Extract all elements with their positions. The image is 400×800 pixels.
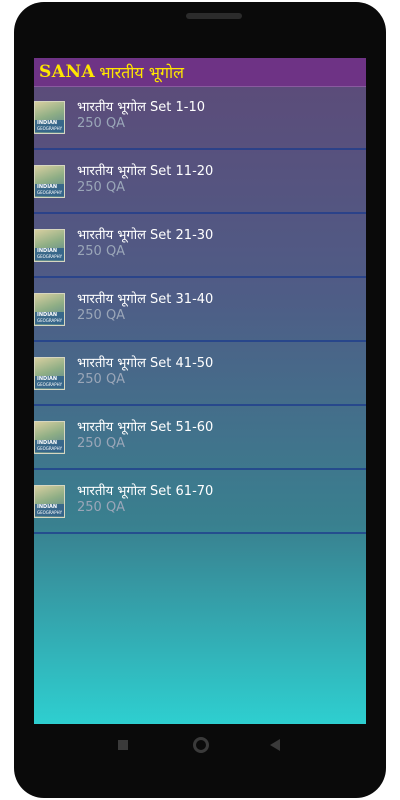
app-title: भारतीय भूगोल	[99, 63, 185, 82]
list-item-subtitle: 250 QA	[77, 435, 126, 451]
book-thumbnail: INDIAN GEOGRAPHY	[34, 292, 65, 326]
list-item[interactable]: INDIAN GEOGRAPHY भारतीय भूगोल Set 41-50 …	[34, 342, 366, 406]
list-item-subtitle: 250 QA	[77, 499, 126, 515]
thumbnail-text: GEOGRAPHY	[37, 189, 63, 195]
list-item-title: भारतीय भूगोल Set 41-50	[77, 355, 214, 371]
list-item-title: भारतीय भूगोल Set 51-60	[77, 419, 214, 435]
list-item[interactable]: INDIAN GEOGRAPHY भारतीय भूगोल Set 11-20 …	[34, 150, 366, 214]
speaker-grille	[186, 13, 242, 19]
list-item-subtitle: 250 QA	[77, 307, 126, 323]
book-thumbnail: INDIAN GEOGRAPHY	[34, 484, 65, 518]
thumbnail-text: GEOGRAPHY	[37, 445, 63, 451]
list-item-title: भारतीय भूगोल Set 21-30	[77, 227, 214, 243]
book-thumbnail: INDIAN GEOGRAPHY	[34, 228, 65, 262]
triangle-back-icon[interactable]	[270, 739, 280, 751]
book-thumbnail: INDIAN GEOGRAPHY	[34, 356, 65, 390]
list-item-subtitle: 250 QA	[77, 243, 126, 259]
list-item[interactable]: INDIAN GEOGRAPHY भारतीय भूगोल Set 21-30 …	[34, 214, 366, 278]
thumbnail-text: GEOGRAPHY	[37, 381, 63, 387]
book-thumbnail: INDIAN GEOGRAPHY	[34, 164, 65, 198]
list-item-title: भारतीय भूगोल Set 1-10	[77, 100, 206, 115]
list-item[interactable]: INDIAN GEOGRAPHY भारतीय भूगोल Set 61-70 …	[34, 470, 366, 534]
list-item-title: भारतीय भूगोल Set 11-20	[77, 163, 214, 179]
list-item[interactable]: INDIAN GEOGRAPHY भारतीय भूगोल Set 51-60 …	[34, 406, 366, 470]
app-bar: SANA भारतीय भूगोल	[34, 58, 366, 87]
set-list: INDIAN GEOGRAPHY भारतीय भूगोल Set 1-10 2…	[34, 87, 366, 534]
list-item[interactable]: INDIAN GEOGRAPHY भारतीय भूगोल Set 31-40 …	[34, 278, 366, 342]
list-item-title: भारतीय भूगोल Set 61-70	[77, 483, 214, 499]
list-item-subtitle: 250 QA	[77, 179, 126, 195]
app-screen: SANA भारतीय भूगोल INDIAN GEOGRAPHY भारती…	[34, 58, 366, 724]
list-item-title: भारतीय भूगोल Set 31-40	[77, 291, 214, 307]
thumbnail-text: GEOGRAPHY	[37, 317, 63, 323]
thumbnail-text: GEOGRAPHY	[37, 509, 63, 515]
book-thumbnail: INDIAN GEOGRAPHY	[34, 420, 65, 454]
square-icon[interactable]	[118, 740, 128, 750]
list-item-subtitle: 250 QA	[77, 116, 126, 131]
list-item-subtitle: 250 QA	[77, 371, 126, 387]
thumbnail-text: GEOGRAPHY	[37, 253, 63, 259]
system-nav-bar	[34, 726, 366, 764]
thumbnail-text: GEOGRAPHY	[37, 126, 63, 131]
book-thumbnail: INDIAN GEOGRAPHY	[34, 101, 65, 134]
circle-icon[interactable]	[193, 737, 209, 753]
brand-logo: SANA	[39, 62, 96, 82]
list-item[interactable]: INDIAN GEOGRAPHY भारतीय भूगोल Set 1-10 2…	[34, 87, 366, 150]
